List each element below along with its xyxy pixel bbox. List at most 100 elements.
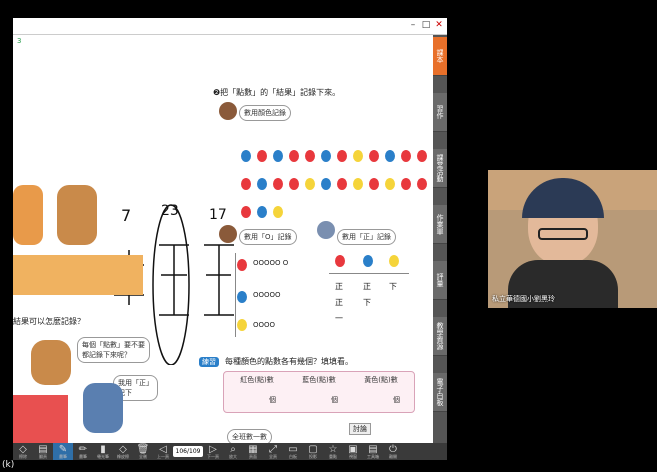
tool-label: 離開 xyxy=(389,453,397,459)
yellow-dot xyxy=(389,255,399,267)
side-tab-4[interactable]: 評量 xyxy=(433,261,447,300)
tool-label: 橡皮擦 xyxy=(117,453,129,459)
side-tab-0[interactable]: 課本 xyxy=(433,37,447,76)
handwritten-number: 7 xyxy=(121,206,131,225)
board-icon: ▭ xyxy=(288,443,298,455)
board-tool[interactable]: ▭ 白板 xyxy=(283,443,303,460)
tool-label: 工具箱 xyxy=(367,453,379,459)
raccoon-character xyxy=(57,185,97,245)
eraser2-icon: ◇ xyxy=(119,443,127,455)
video-caption: 私立華德國小劉黑玲 xyxy=(492,295,555,303)
star-tool[interactable]: ☆ 重點 xyxy=(323,443,343,460)
bubble-circle-record: 數用「O」記錄 xyxy=(239,229,297,245)
bubble-left-question: 每個「點數」要不要 都記錄下來呢？ xyxy=(77,337,150,363)
red-dot xyxy=(289,150,299,162)
textbook-page[interactable]: 3 ❷把「點數」的「結果」記錄下來。 數用顏色記錄 數用「O」記錄 OOOOO … xyxy=(13,35,433,443)
table-header-blue: 藍色(點)數 xyxy=(302,376,336,384)
highlighter-icon: ▮ xyxy=(100,443,106,455)
highlighter-tool[interactable]: ▮ 螢光筆 xyxy=(93,443,113,460)
tool-label: 下一頁 xyxy=(207,453,219,459)
red-dot xyxy=(273,178,283,190)
red-dot xyxy=(369,178,379,190)
screen-tool[interactable]: ▢ 投影 xyxy=(303,443,323,460)
zheng-mark: 正 xyxy=(335,298,343,307)
tool-label: 上一頁 xyxy=(157,453,169,459)
blue-dot xyxy=(363,255,373,267)
left-question: 結果可以怎麼記錄？ xyxy=(13,317,85,326)
zheng-mark: 一 xyxy=(335,314,343,323)
lion-character xyxy=(13,185,43,245)
webcam-video: 私立華德國小劉黑玲 xyxy=(488,170,657,308)
side-tab-6[interactable]: 電子白板 xyxy=(433,373,447,412)
robot-character xyxy=(83,383,123,433)
side-tab-5[interactable]: 教學資源 xyxy=(433,317,447,356)
next-tool[interactable]: ▷ 下一頁 xyxy=(203,443,223,460)
zheng-mark: 下 xyxy=(389,282,397,291)
bottom-label: 全班數一數 xyxy=(227,429,272,443)
window-icon: ▣ xyxy=(348,443,358,455)
ebook-window: – □ ✕ 3 ❷把「點數」的「結果」記錄下來。 數用顏色記錄 數用「O」記錄 … xyxy=(13,18,447,460)
eraser-tool[interactable]: ◇ 擦除 xyxy=(13,443,33,460)
zoom-tool[interactable]: ⌕ 放大 xyxy=(223,443,243,460)
star-icon: ☆ xyxy=(328,443,338,455)
page-tool[interactable]: ▤ 翻頁 xyxy=(33,443,53,460)
page-icon: ▤ xyxy=(38,443,48,455)
table-header-red: 紅色(點)數 xyxy=(240,376,274,384)
side-tab-2[interactable]: 課堂活動 xyxy=(433,149,447,188)
trash-icon: 🗑 xyxy=(136,443,150,455)
unit-label: 個 xyxy=(393,396,400,404)
red-dot xyxy=(335,255,345,267)
zheng-mark: 正 xyxy=(363,282,371,291)
window-tool[interactable]: ▣ 視窗 xyxy=(343,443,363,460)
avatar xyxy=(317,221,335,239)
red-dot xyxy=(337,150,347,162)
tool-label: 畫筆 xyxy=(59,453,67,459)
pen-tool[interactable]: ✎ 畫筆 xyxy=(53,443,73,460)
yellow-dot xyxy=(353,178,363,190)
red-dot xyxy=(401,178,411,190)
side-tab-3[interactable]: 作業單 xyxy=(433,205,447,244)
zoom-icon: ⌕ xyxy=(230,443,236,455)
prev-icon: ◁ xyxy=(159,443,167,455)
red-dot xyxy=(369,150,379,162)
grid-tool[interactable]: ▦ 頁面 xyxy=(243,443,263,460)
close-icon[interactable]: ✕ xyxy=(433,19,445,31)
circle-record-frame xyxy=(235,253,316,337)
toolbox-tool[interactable]: ▤ 工具箱 xyxy=(363,443,383,460)
yellow-dot xyxy=(273,206,283,218)
fit-tool[interactable]: ⤢ 全頁 xyxy=(263,443,283,460)
blue-dot xyxy=(321,178,331,190)
tool-label: 螢光筆 xyxy=(97,453,109,459)
tool-label: 頁面 xyxy=(249,453,257,459)
trash-tool[interactable]: 🗑 全刪 xyxy=(133,443,153,460)
maximize-icon[interactable]: □ xyxy=(420,19,432,31)
tool-label: 全頁 xyxy=(269,453,277,459)
desk-illustration xyxy=(13,255,143,295)
prev-tool[interactable]: ◁ 上一頁 xyxy=(153,443,173,460)
tool-label: 視窗 xyxy=(349,453,357,459)
blue-dot xyxy=(385,150,395,162)
pencil-tool[interactable]: ✏ 畫筆 xyxy=(73,443,93,460)
red-dot xyxy=(289,178,299,190)
side-tab-bar: 課本習作課堂活動作業單評量教學資源電子白板 xyxy=(433,35,447,443)
handwritten-stroke xyxy=(159,244,189,316)
red-dot xyxy=(241,178,251,190)
exit-tool[interactable]: ⏻ 離開 xyxy=(383,443,403,460)
question-2: ❷把「點數」的「結果」記錄下來。 xyxy=(213,88,341,97)
handwritten-number: 17 xyxy=(209,207,227,223)
page-number-input[interactable]: 106/109 xyxy=(173,446,203,457)
tool-label: 翻頁 xyxy=(39,453,47,459)
yellow-dot xyxy=(385,178,395,190)
minimize-icon[interactable]: – xyxy=(407,19,419,31)
table-header-yellow: 黃色(點)數 xyxy=(364,376,398,384)
side-tab-1[interactable]: 習作 xyxy=(433,93,447,132)
eraser2-tool[interactable]: ◇ 橡皮擦 xyxy=(113,443,133,460)
table-rule xyxy=(329,273,409,274)
tool-label: 全刪 xyxy=(139,453,147,459)
next-icon: ▷ xyxy=(209,443,217,455)
question-3: 每種顏色的點數各有幾個？填填看。 xyxy=(225,357,353,366)
unit-label: 個 xyxy=(269,396,276,404)
red-dot xyxy=(305,150,315,162)
sloth-character xyxy=(31,340,71,385)
bottom-toolbar: ◇ 擦除 ▤ 翻頁 ✎ 畫筆 ✏ 畫筆 ▮ 螢光筆 ◇ 橡皮擦 🗑 全刪 ◁ 上一頁 106/109 ▷ 下一頁 ⌕ 放… xyxy=(13,443,447,460)
